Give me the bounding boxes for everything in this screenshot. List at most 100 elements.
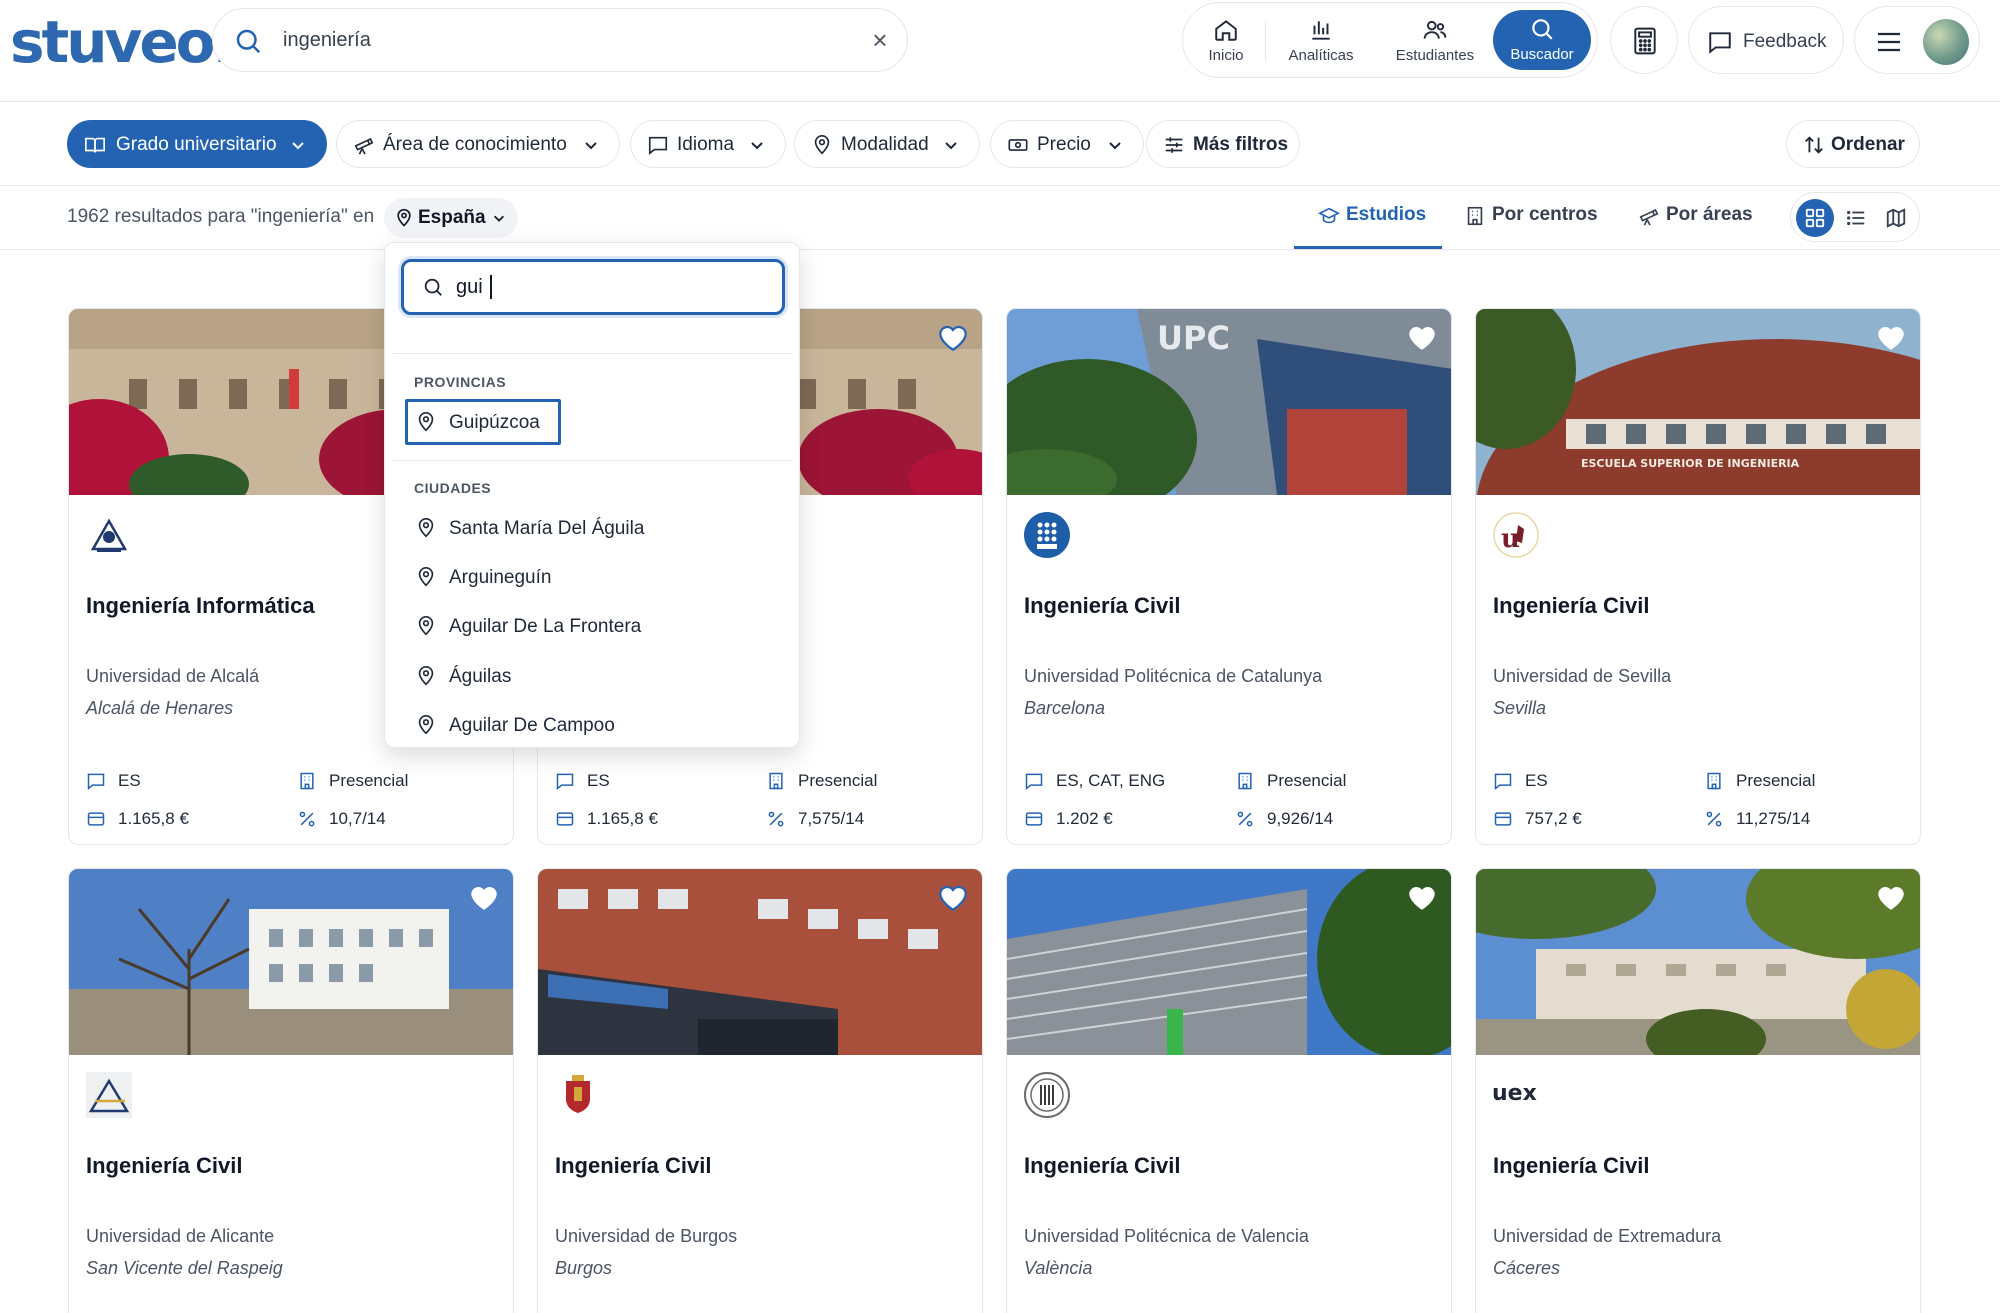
- map-view-button[interactable]: [1877, 199, 1915, 237]
- heart-icon[interactable]: [467, 881, 501, 913]
- building-icon: [1467, 206, 1483, 226]
- percent-icon: [1237, 811, 1253, 827]
- nav-buscador[interactable]: Buscador: [1493, 10, 1591, 70]
- calculator-button[interactable]: [1610, 6, 1678, 74]
- chevron-down-icon: [494, 215, 504, 222]
- option-city[interactable]: Aguilar De La Frontera: [405, 603, 785, 649]
- tab-estudios[interactable]: Estudios: [1318, 204, 1448, 230]
- grid-view-button[interactable]: [1796, 199, 1834, 237]
- card-modality: Presencial: [1235, 771, 1385, 793]
- percent-icon: [1706, 811, 1722, 827]
- map-pin-icon: [814, 135, 830, 155]
- country-selector[interactable]: España: [384, 198, 518, 238]
- card-language: ES: [1493, 771, 1633, 793]
- location-search-value: gui: [456, 276, 483, 298]
- option-guipuzcoa[interactable]: Guipúzcoa: [405, 399, 561, 445]
- nav-inicio[interactable]: Inicio: [1183, 11, 1269, 71]
- university-logo: uex: [1492, 1081, 1537, 1106]
- credit-card-icon: [1494, 812, 1512, 826]
- active-tab-indicator: [1294, 246, 1442, 249]
- card-language: ES: [555, 771, 695, 793]
- search-icon: [424, 278, 442, 296]
- tab-por-areas[interactable]: Por áreas: [1638, 204, 1768, 230]
- card-title[interactable]: Ingeniería Civil: [1024, 593, 1181, 619]
- option-city[interactable]: Santa María Del Águila: [405, 505, 785, 551]
- nav-estudiantes[interactable]: Estudiantes: [1379, 11, 1491, 71]
- map-pin-icon: [418, 518, 434, 538]
- study-card[interactable]: UPC Ingeniería Civil Universidad Politéc…: [1006, 308, 1452, 845]
- heart-icon[interactable]: [1405, 881, 1439, 913]
- ordenar-button[interactable]: Ordenar: [1786, 120, 1920, 168]
- card-language-value: ES: [118, 771, 141, 790]
- grado-universitario-filter[interactable]: Grado universitario: [67, 120, 327, 168]
- stuveo-logo[interactable]: stuveo.: [10, 8, 235, 76]
- feedback-button[interactable]: Feedback: [1688, 6, 1844, 74]
- study-card[interactable]: uex Ingeniería Civil Universidad de Extr…: [1475, 868, 1921, 1313]
- idioma-filter[interactable]: Idioma: [630, 120, 786, 168]
- map-pin-icon: [397, 208, 411, 227]
- university-logo: u: [1493, 512, 1539, 558]
- university-logo: [566, 1075, 590, 1113]
- heart-icon[interactable]: [936, 881, 970, 913]
- clear-search-icon[interactable]: ×: [867, 27, 893, 53]
- card-title[interactable]: Ingeniería Informática: [86, 593, 315, 619]
- heart-icon[interactable]: [1405, 321, 1439, 353]
- message-square-icon: [648, 136, 668, 155]
- sort-arrows-icon: [1805, 136, 1823, 154]
- card-city: Barcelona: [1024, 698, 1106, 718]
- view-mode-toggle: [1790, 192, 1920, 242]
- tab-por-centros[interactable]: Por centros: [1464, 204, 1604, 230]
- heart-icon[interactable]: [1874, 321, 1908, 353]
- card-title[interactable]: Ingeniería Civil: [1493, 1153, 1650, 1179]
- nav-inicio-label: Inicio: [1208, 47, 1244, 64]
- card-title[interactable]: Ingeniería Civil: [555, 1153, 712, 1179]
- option-city[interactable]: Aguilar De Campoo: [405, 702, 785, 748]
- text-cursor: [490, 275, 492, 299]
- study-card[interactable]: Ingeniería Civil Universidad Politécnica…: [1006, 868, 1452, 1313]
- tab-estudios-label: Estudios: [1346, 204, 1427, 225]
- study-card[interactable]: ESCUELA SUPERIOR DE INGENIERIA u Ingenie…: [1475, 308, 1921, 845]
- option-label: Arguineguín: [449, 567, 552, 588]
- option-city[interactable]: Águilas: [405, 653, 785, 699]
- filter-bar: Grado universitario Área de conocimiento…: [0, 102, 2000, 186]
- search-icon: [236, 29, 261, 54]
- search-bar[interactable]: ingeniería ×: [212, 8, 908, 72]
- precio-filter[interactable]: Precio: [990, 120, 1144, 168]
- study-card[interactable]: Ingeniería Civil Universidad de Alicante…: [68, 868, 514, 1313]
- mas-filtros-button[interactable]: Más filtros: [1146, 120, 1300, 168]
- card-grade: 7,575/14: [766, 809, 916, 831]
- avatar[interactable]: [1923, 19, 1969, 65]
- option-city[interactable]: Arguineguín: [405, 554, 785, 600]
- card-image: [1007, 869, 1451, 1055]
- search-input[interactable]: ingeniería: [283, 29, 371, 52]
- area-conocimiento-filter[interactable]: Área de conocimiento: [336, 120, 620, 168]
- divider: [393, 460, 793, 461]
- tab-por-areas-label: Por áreas: [1666, 204, 1753, 225]
- chevron-down-icon: [292, 142, 304, 150]
- heart-icon[interactable]: [1874, 881, 1908, 913]
- modalidad-filter[interactable]: Modalidad: [794, 120, 980, 168]
- card-price: 757,2 €: [1493, 809, 1633, 831]
- card-modality: Presencial: [766, 771, 916, 793]
- location-dropdown: gui PROVINCIAS Guipúzcoa CIUDADES Santa …: [384, 242, 800, 748]
- user-menu-button[interactable]: [1854, 6, 1980, 74]
- message-square-icon: [1709, 32, 1731, 54]
- card-price: 1.165,8 €: [86, 809, 226, 831]
- card-image: ESCUELA SUPERIOR DE INGENIERIA: [1476, 309, 1920, 495]
- message-square-icon: [87, 773, 105, 791]
- card-title[interactable]: Ingeniería Civil: [86, 1153, 243, 1179]
- study-card[interactable]: Ingeniería Civil Universidad de Burgos B…: [537, 868, 983, 1313]
- credit-card-icon: [87, 812, 105, 826]
- card-image-text: ESCUELA SUPERIOR DE INGENIERIA: [1581, 457, 1800, 470]
- heart-icon[interactable]: [936, 321, 970, 353]
- precio-label: Precio: [1037, 134, 1091, 155]
- nav-analiticas[interactable]: Analíticas: [1271, 11, 1371, 71]
- card-grade-value: 9,926/14: [1267, 809, 1334, 828]
- card-image-text: UPC: [1157, 319, 1230, 357]
- building-icon: [1238, 772, 1252, 790]
- card-title[interactable]: Ingeniería Civil: [1493, 593, 1650, 619]
- card-title[interactable]: Ingeniería Civil: [1024, 1153, 1181, 1179]
- list-view-button[interactable]: [1837, 199, 1875, 237]
- location-search-field[interactable]: gui: [401, 259, 785, 315]
- university-logo: [1024, 1072, 1070, 1118]
